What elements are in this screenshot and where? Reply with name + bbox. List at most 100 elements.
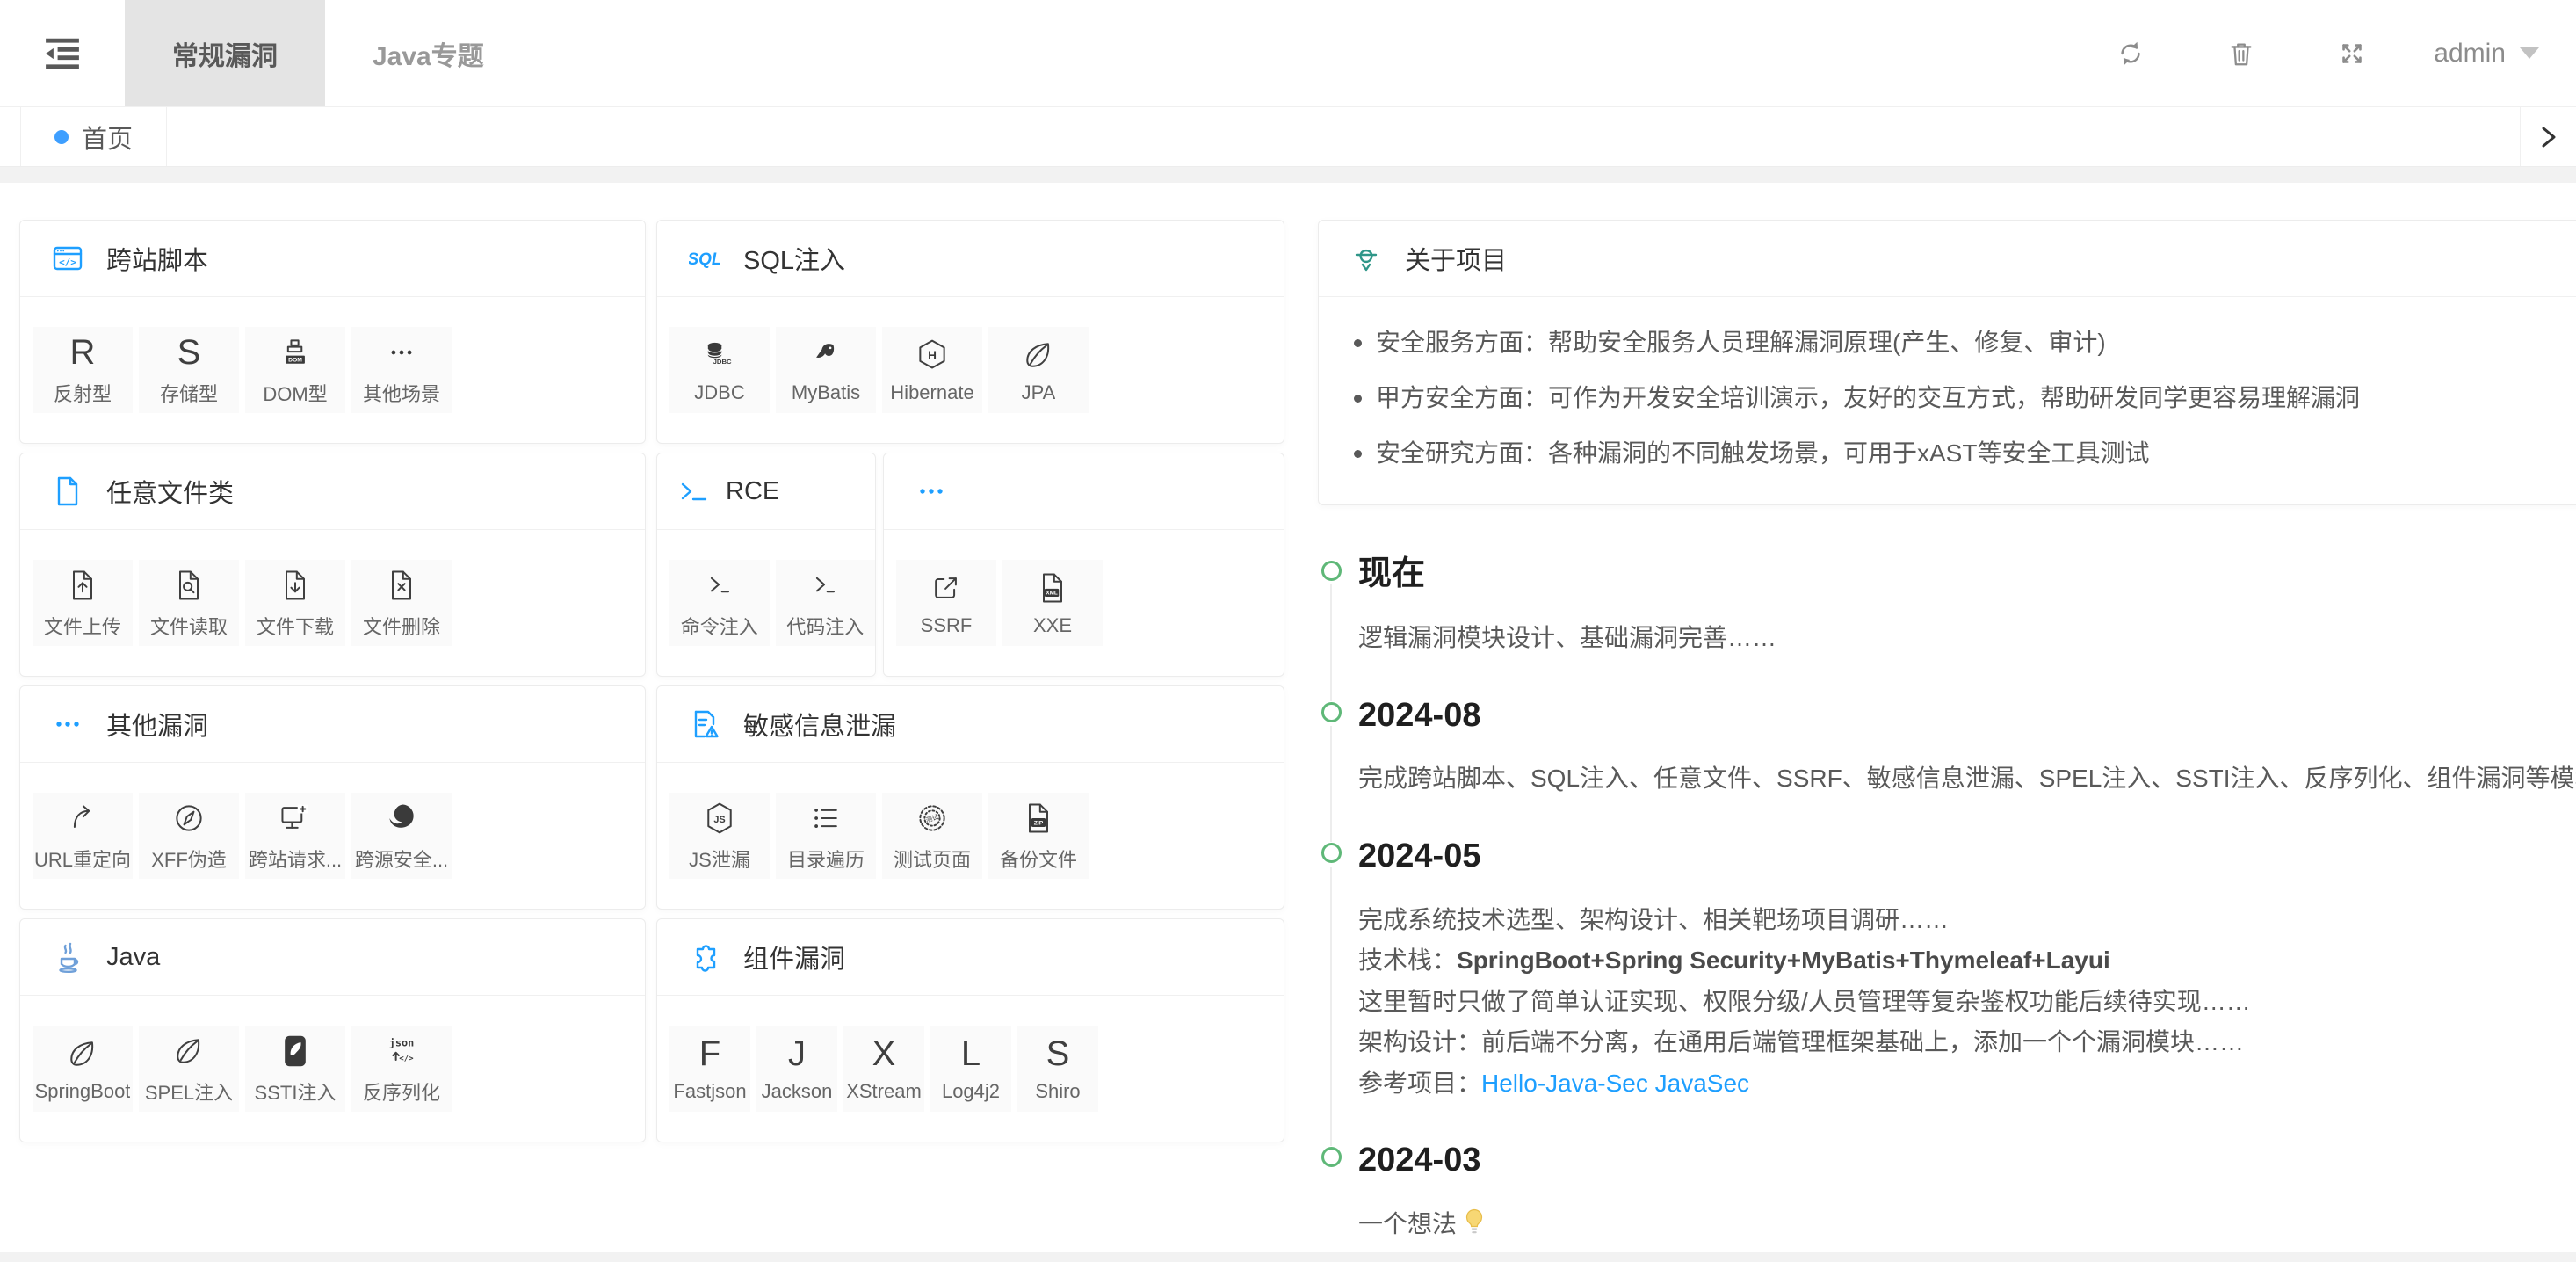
tab-java-special[interactable]: Java专题 xyxy=(325,0,532,106)
timeline-title: 现在 xyxy=(1358,556,2576,593)
tile-backup-file[interactable]: ZIP 备份文件 xyxy=(988,793,1089,879)
tile-label: 文件读取 xyxy=(150,612,228,640)
tab-home[interactable]: 首页 xyxy=(20,107,167,166)
timeline-entry-2024-05: 2024-05 完成系统技术选型、架构设计、相关靶场项目调研…… 技术栈：Spr… xyxy=(1321,838,2576,1142)
card-sqli-header: SQL SQL注入 xyxy=(657,221,1284,297)
tile-label: 测试页面 xyxy=(894,845,971,873)
card-file: 任意文件类 文件上传 文件读取 xyxy=(19,453,646,677)
refresh-button[interactable] xyxy=(2075,0,2186,106)
card-title: 敏感信息泄漏 xyxy=(743,706,896,743)
fullscreen-button[interactable] xyxy=(2297,0,2407,106)
tab-scroll-right-button[interactable] xyxy=(2520,107,2576,166)
timeline-title: 2024-08 xyxy=(1358,698,2576,735)
tile-url-redirect[interactable]: URL重定向 xyxy=(33,793,133,879)
java-cup-icon xyxy=(52,941,83,973)
list-icon xyxy=(808,799,843,838)
user-menu[interactable]: admin xyxy=(2407,39,2576,69)
tile-ssti-injection[interactable]: SSTI注入 xyxy=(245,1026,345,1112)
tile-js-leak[interactable]: JS JS泄漏 xyxy=(669,793,770,879)
clear-cache-button[interactable] xyxy=(2186,0,2297,106)
tile-ssrf[interactable]: SSRF xyxy=(896,560,996,646)
thymeleaf-icon xyxy=(278,1032,313,1070)
card-title: 组件漏洞 xyxy=(743,939,845,976)
vulnerability-cards: </> 跨站脚本 R 反射型 S 存储型 DOM xyxy=(19,220,1284,1142)
spy-icon xyxy=(1350,243,1382,274)
timeline-node-icon xyxy=(1321,843,1342,863)
tile-springboot[interactable]: SpringBoot xyxy=(33,1026,133,1112)
tile-label: 反射型 xyxy=(54,379,112,407)
file-icon xyxy=(52,475,83,507)
tile-code-injection[interactable]: 代码注入 xyxy=(776,560,876,646)
json-icon: json</> xyxy=(384,1032,419,1070)
stamp-icon: 测试 xyxy=(915,799,950,838)
tile-label: JPA xyxy=(1022,381,1056,404)
tile-xstream[interactable]: X XStream xyxy=(843,1026,924,1112)
tile-xss-stored[interactable]: S 存储型 xyxy=(139,327,239,413)
tile-dir-traversal[interactable]: 目录遍历 xyxy=(776,793,876,879)
tile-label: Shiro xyxy=(1035,1080,1080,1103)
card-title: Java xyxy=(106,943,160,972)
tile-jackson[interactable]: J Jackson xyxy=(756,1026,837,1112)
tile-hibernate[interactable]: H Hibernate xyxy=(882,327,982,413)
card-title: 关于项目 xyxy=(1405,240,1507,277)
browser-code-icon: </> xyxy=(52,243,83,274)
tile-label: Fastjson xyxy=(673,1080,746,1103)
timeline-line: 架构设计：前后端不分离，在通用后端管理框架基础上，添加一个个漏洞模块…… xyxy=(1358,1022,2576,1063)
tile-jdbc[interactable]: JDBC JDBC xyxy=(669,327,770,413)
tile-log4j2[interactable]: L Log4j2 xyxy=(930,1026,1011,1112)
tile-xss-reflected[interactable]: R 反射型 xyxy=(33,327,133,413)
link-hello-java-sec[interactable]: Hello-Java-Sec xyxy=(1481,1070,1648,1097)
card-info-leak: 敏感信息泄漏 JS JS泄漏 目录遍历 xyxy=(656,685,1284,910)
svg-text:json: json xyxy=(389,1037,414,1049)
tile-command-injection[interactable]: 命令注入 xyxy=(669,560,770,646)
tile-file-download[interactable]: 文件下载 xyxy=(245,560,345,646)
tile-label: 代码注入 xyxy=(786,612,864,640)
tile-label: Hibernate xyxy=(890,381,973,404)
timeline-entry-2024-03: 2024-03 一个想法 xyxy=(1321,1142,2576,1262)
ellipsis-icon xyxy=(52,708,83,740)
tile-jpa[interactable]: JPA xyxy=(988,327,1089,413)
leaf-icon xyxy=(171,1032,206,1070)
hibernate-hexagon-icon: H xyxy=(915,336,950,374)
tile-fastjson[interactable]: F Fastjson xyxy=(669,1026,750,1112)
tile-cors[interactable]: 跨源安全... xyxy=(351,793,452,879)
tab-regular-vulns[interactable]: 常规漏洞 xyxy=(125,0,325,106)
tile-file-delete[interactable]: 文件删除 xyxy=(351,560,452,646)
tile-label: 目录遍历 xyxy=(787,845,865,873)
card-about-header: 关于项目 xyxy=(1319,221,2576,297)
tile-mybatis[interactable]: MyBatis xyxy=(776,327,876,413)
sql-logo-icon: SQL xyxy=(689,243,720,274)
tile-xxe[interactable]: XML XXE xyxy=(1002,560,1103,646)
leaf-icon xyxy=(1021,336,1056,374)
letter-s-icon: S xyxy=(177,333,201,372)
tile-label: 存储型 xyxy=(160,379,218,407)
timeline-line: 完成系统技术选型、架构设计、相关靶场项目调研…… xyxy=(1358,900,2576,940)
svg-text:SQL: SQL xyxy=(689,250,720,269)
tile-xss-dom[interactable]: DOM DOM型 xyxy=(245,327,345,413)
tile-test-page[interactable]: 测试 测试页面 xyxy=(882,793,982,879)
link-javasec[interactable]: JavaSec xyxy=(1655,1070,1749,1097)
tile-csrf[interactable]: 跨站请求... xyxy=(245,793,345,879)
header-actions: admin xyxy=(2075,0,2576,106)
puzzle-icon xyxy=(689,941,720,973)
tile-label: Log4j2 xyxy=(942,1080,1000,1103)
bird-icon xyxy=(808,336,843,374)
tile-spel-injection[interactable]: SPEL注入 xyxy=(139,1026,239,1112)
tile-file-read[interactable]: 文件读取 xyxy=(139,560,239,646)
refresh-icon xyxy=(2116,39,2145,69)
tile-label: JS泄漏 xyxy=(689,845,750,873)
file-search-icon xyxy=(171,566,206,605)
indent-collapse-icon xyxy=(39,30,86,77)
tile-label: 文件删除 xyxy=(363,612,440,640)
sidebar-collapse-button[interactable] xyxy=(0,0,125,106)
tile-shiro[interactable]: S Shiro xyxy=(1017,1026,1098,1112)
tile-deserialization[interactable]: json</> 反序列化 xyxy=(351,1026,452,1112)
timeline-text: 完成系统技术选型、架构设计、相关靶场项目调研…… 技术栈：SpringBoot+… xyxy=(1358,900,2576,1104)
tile-xss-other[interactable]: 其他场景 xyxy=(351,327,452,413)
tile-file-upload[interactable]: 文件上传 xyxy=(33,560,133,646)
tile-label: XStream xyxy=(846,1080,922,1103)
tile-label: XFF伪造 xyxy=(151,845,227,873)
about-bullet: 安全研究方面：各种漏洞的不同触发场景，可用于xAST等安全工具测试 xyxy=(1354,434,2576,474)
tile-xff-forge[interactable]: XFF伪造 xyxy=(139,793,239,879)
svg-text:JS: JS xyxy=(713,815,725,825)
